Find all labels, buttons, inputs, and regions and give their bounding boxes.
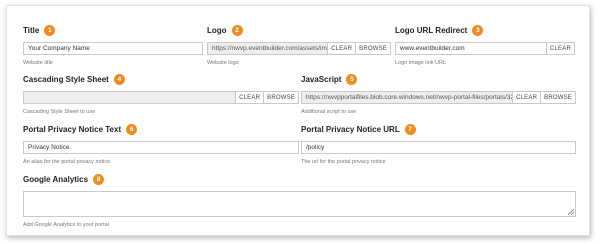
js-field: JavaScript 5 https://nwvpportalfiles.blo…	[301, 73, 576, 115]
analytics-label-text: Google Analytics	[23, 174, 89, 184]
resize-handle-icon[interactable]	[568, 209, 574, 215]
analytics-help: Add Google Analytics to your portal	[23, 222, 109, 228]
badge-3: 3	[472, 24, 484, 36]
privacy-text-input[interactable]: Privacy Notice	[23, 141, 299, 154]
privacy-url-help: The url for the portal privacy notice	[301, 159, 386, 165]
title-field: Title 1 Your Company Name Website title	[23, 24, 203, 66]
logo-field: Logo 2 https://nwvp.eventbuilder.com/ass…	[207, 24, 391, 66]
badge-7: 7	[404, 123, 416, 135]
js-browse-button[interactable]: BROWSE	[541, 91, 576, 104]
logo-url-label-text: Logo URL Redirect	[395, 25, 468, 35]
js-input[interactable]: https://nwvpportalfiles.blob.core.window…	[301, 91, 514, 104]
privacy-text-field: Portal Privacy Notice Text 6 Privacy Not…	[23, 123, 299, 165]
privacy-text-help: An alias for the portal privacy notice	[23, 159, 111, 165]
logo-url-field: Logo URL Redirect 3 www.eventbuilder.com…	[395, 24, 575, 66]
logo-label: Logo 2	[207, 24, 391, 36]
title-label-text: Title	[23, 25, 40, 35]
badge-4: 4	[113, 73, 125, 85]
css-clear-button[interactable]: CLEAR	[236, 91, 265, 104]
css-label: Cascading Style Sheet 4	[23, 73, 299, 85]
badge-6: 6	[126, 123, 138, 135]
logo-browse-button[interactable]: BROWSE	[356, 42, 391, 55]
privacy-text-label: Portal Privacy Notice Text 6	[23, 123, 299, 135]
title-label: Title 1	[23, 24, 203, 36]
css-label-text: Cascading Style Sheet	[23, 74, 109, 84]
privacy-url-input[interactable]: /policy	[301, 141, 576, 154]
analytics-textarea[interactable]	[23, 191, 576, 217]
settings-card: Title 1 Your Company Name Website title …	[6, 5, 590, 236]
analytics-field: Google Analytics 8 Add Google Analytics …	[23, 173, 576, 228]
js-label-text: JavaScript	[301, 74, 342, 84]
logo-url-label: Logo URL Redirect 3	[395, 24, 575, 36]
css-field: Cascading Style Sheet 4 CLEAR BROWSE Cas…	[23, 73, 299, 115]
privacy-text-label-text: Portal Privacy Notice Text	[23, 124, 122, 134]
privacy-url-field: Portal Privacy Notice URL 7 /policy The …	[301, 123, 576, 165]
js-label: JavaScript 5	[301, 73, 576, 85]
logo-url-help: Logo image link URL	[395, 60, 447, 66]
logo-help: Website logo	[207, 60, 239, 66]
css-help: Cascading Style Sheet to use	[23, 109, 96, 115]
css-input[interactable]	[23, 91, 237, 104]
badge-5: 5	[346, 73, 358, 85]
privacy-url-label: Portal Privacy Notice URL 7	[301, 123, 576, 135]
privacy-url-label-text: Portal Privacy Notice URL	[301, 124, 400, 134]
badge-8: 8	[93, 173, 105, 185]
badge-2: 2	[231, 24, 243, 36]
logo-input[interactable]: https://nwvp.eventbuilder.com/assets/ima…	[207, 42, 329, 55]
logo-url-clear-button[interactable]: CLEAR	[546, 42, 575, 55]
js-help: Additional script to use	[301, 109, 357, 115]
css-browse-button[interactable]: BROWSE	[264, 91, 299, 104]
logo-label-text: Logo	[207, 25, 227, 35]
title-help: Website title	[23, 60, 53, 66]
title-input[interactable]: Your Company Name	[23, 42, 203, 55]
logo-url-input[interactable]: www.eventbuilder.com	[395, 42, 547, 55]
badge-1: 1	[44, 24, 56, 36]
analytics-label: Google Analytics 8	[23, 173, 576, 185]
logo-clear-button[interactable]: CLEAR	[328, 42, 357, 55]
js-clear-button[interactable]: CLEAR	[513, 91, 542, 104]
